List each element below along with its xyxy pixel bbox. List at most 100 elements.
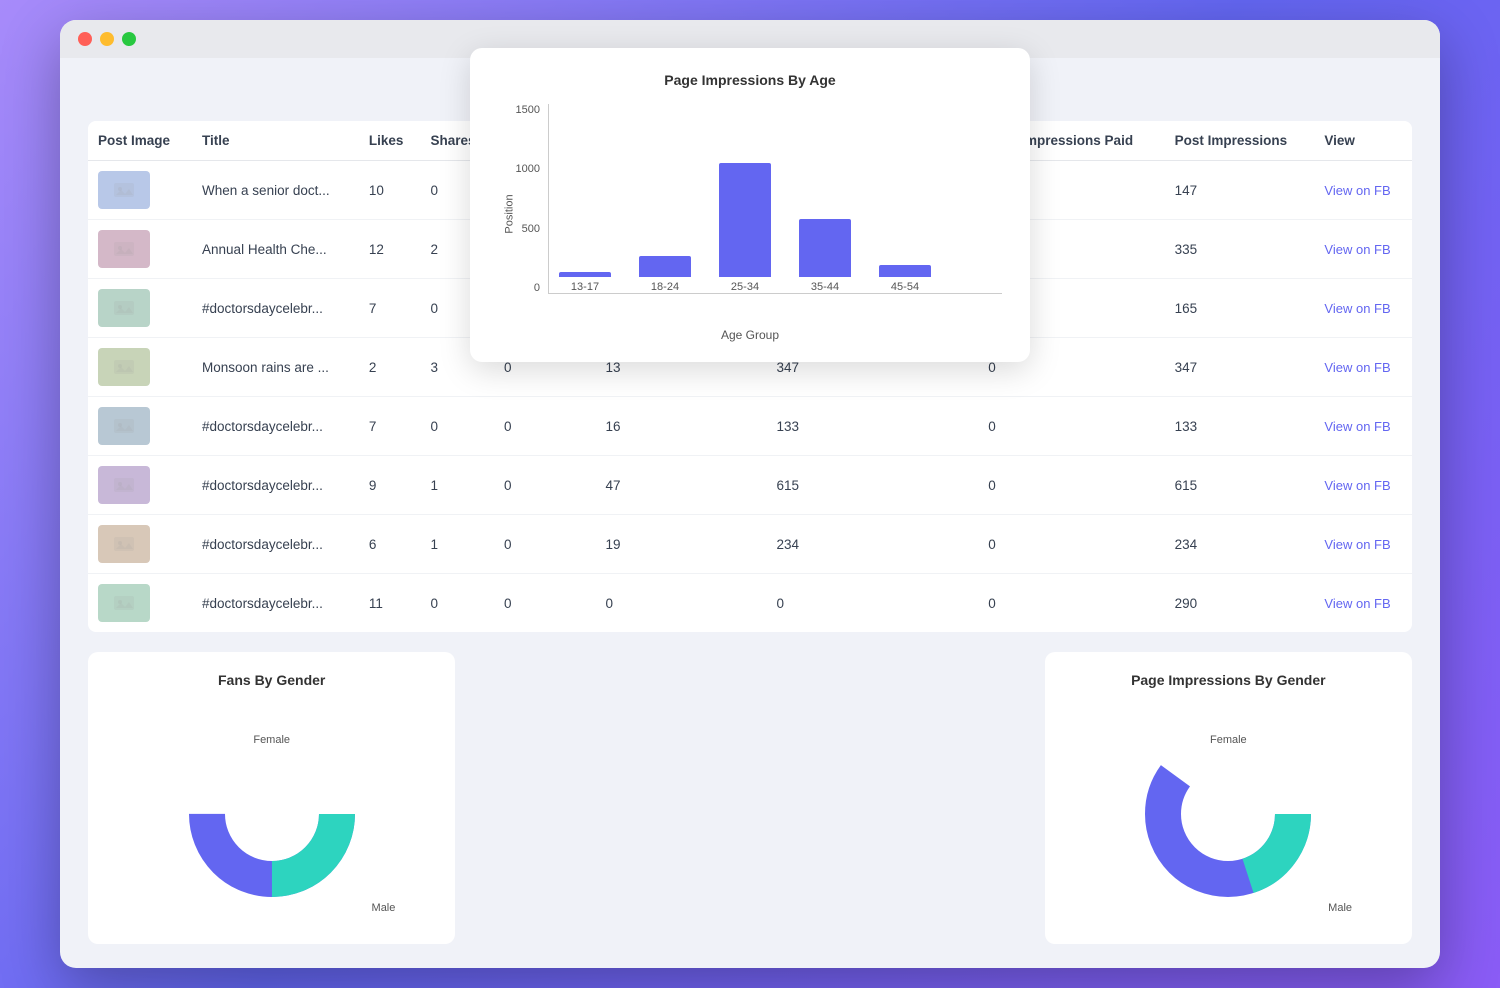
bar	[719, 163, 771, 277]
cell-comments: 0	[494, 456, 595, 515]
cell-title: #doctorsdaycelebr...	[192, 279, 359, 338]
bar-label: 18-24	[651, 281, 679, 293]
bar	[879, 265, 931, 277]
x-axis-title: Age Group	[498, 328, 1002, 342]
cell-shares: 0	[421, 397, 495, 456]
cell-likes: 12	[359, 220, 421, 279]
cell-image	[88, 161, 192, 220]
cell-image	[88, 397, 192, 456]
table-row: #doctorsdaycelebr... 7 0 0 16 133 0 133 …	[88, 397, 1412, 456]
cell-organic: 0	[767, 574, 979, 633]
cell-likes: 10	[359, 161, 421, 220]
y-label-0: 0	[498, 282, 540, 294]
chart-spacer	[455, 652, 1044, 944]
cell-image	[88, 574, 192, 633]
cell-title: Monsoon rains are ...	[192, 338, 359, 397]
impressions-donut-container: Female Male	[1065, 704, 1392, 924]
cell-image	[88, 279, 192, 338]
fans-female-label: Female	[253, 734, 290, 746]
cell-title: #doctorsdaycelebr...	[192, 456, 359, 515]
cell-view[interactable]: View on FB	[1314, 515, 1412, 574]
bar	[799, 219, 851, 277]
cell-likes: 11	[359, 574, 421, 633]
bar	[559, 272, 611, 277]
bar-group: 25-34	[719, 163, 771, 293]
cell-view[interactable]: View on FB	[1314, 161, 1412, 220]
bar	[639, 256, 691, 277]
y-axis-title: Position	[504, 194, 516, 233]
cell-likes: 6	[359, 515, 421, 574]
cell-title: #doctorsdaycelebr...	[192, 397, 359, 456]
col-post-image: Post Image	[88, 121, 192, 161]
col-view: View	[1314, 121, 1412, 161]
cell-organic: 133	[767, 397, 979, 456]
table-row: #doctorsdaycelebr... 11 0 0 0 0 0 290 Vi…	[88, 574, 1412, 633]
fans-donut-chart	[182, 724, 362, 904]
y-label-1500: 1500	[498, 104, 540, 116]
bar-label: 35-44	[811, 281, 839, 293]
fans-male-label: Male	[372, 902, 396, 914]
bar-group: 18-24	[639, 256, 691, 293]
cell-impressions: 347	[1165, 338, 1315, 397]
bar-group: 35-44	[799, 219, 851, 293]
cell-likes: 7	[359, 279, 421, 338]
cell-paid: 0	[978, 574, 1164, 633]
cell-title: When a senior doct...	[192, 161, 359, 220]
table-row: #doctorsdaycelebr... 9 1 0 47 615 0 615 …	[88, 456, 1412, 515]
cell-organic: 234	[767, 515, 979, 574]
cell-view[interactable]: View on FB	[1314, 279, 1412, 338]
page-impressions-gender-title: Page Impressions By Gender	[1065, 672, 1392, 688]
cell-paid: 0	[978, 515, 1164, 574]
cell-image	[88, 220, 192, 279]
bar-chart-overlay-card: Page Impressions By Age 0 500 1000 1500 …	[470, 48, 1030, 362]
cell-view[interactable]: View on FB	[1314, 397, 1412, 456]
cell-view[interactable]: View on FB	[1314, 220, 1412, 279]
bar-label: 45-54	[891, 281, 919, 293]
cell-title: #doctorsdaycelebr...	[192, 574, 359, 633]
cell-comments: 0	[494, 397, 595, 456]
bar-chart-area: 0 500 1000 1500 Position 13-17 18-24 25-…	[498, 104, 1002, 324]
cell-image	[88, 515, 192, 574]
fans-by-gender-card: Fans By Gender Female Male	[88, 652, 455, 944]
col-title: Title	[192, 121, 359, 161]
cell-likes: 7	[359, 397, 421, 456]
cell-impressions: 133	[1165, 397, 1315, 456]
cell-view[interactable]: View on FB	[1314, 456, 1412, 515]
cell-image	[88, 456, 192, 515]
cell-title: #doctorsdaycelebr...	[192, 515, 359, 574]
col-impressions: Post Impressions	[1165, 121, 1315, 161]
main-content: Latest Page Feed Post Image Title Likes …	[60, 58, 1440, 968]
impressions-donut-chart	[1138, 724, 1318, 904]
maximize-dot[interactable]	[122, 32, 136, 46]
cell-impressions: 234	[1165, 515, 1315, 574]
impressions-female-label: Female	[1210, 734, 1247, 746]
bar-chart-inner: 13-17 18-24 25-34 35-44 45-54	[548, 104, 1002, 294]
cell-engaged: 0	[595, 574, 766, 633]
cell-engaged: 19	[595, 515, 766, 574]
cell-view[interactable]: View on FB	[1314, 574, 1412, 633]
cell-title: Annual Health Che...	[192, 220, 359, 279]
page-impressions-gender-card: Page Impressions By Gender Female Male	[1045, 652, 1412, 944]
cell-impressions: 335	[1165, 220, 1315, 279]
bar-group: 13-17	[559, 272, 611, 293]
cell-shares: 1	[421, 456, 495, 515]
cell-shares: 1	[421, 515, 495, 574]
cell-impressions: 615	[1165, 456, 1315, 515]
cell-impressions: 290	[1165, 574, 1315, 633]
col-likes: Likes	[359, 121, 421, 161]
minimize-dot[interactable]	[100, 32, 114, 46]
cell-view[interactable]: View on FB	[1314, 338, 1412, 397]
cell-comments: 0	[494, 515, 595, 574]
impressions-male-label: Male	[1328, 902, 1352, 914]
cell-paid: 0	[978, 456, 1164, 515]
cell-impressions: 147	[1165, 161, 1315, 220]
close-dot[interactable]	[78, 32, 92, 46]
cell-paid: 0	[978, 397, 1164, 456]
cell-likes: 9	[359, 456, 421, 515]
fans-by-gender-title: Fans By Gender	[108, 672, 435, 688]
bar-chart-title: Page Impressions By Age	[498, 72, 1002, 88]
cell-organic: 615	[767, 456, 979, 515]
cell-engaged: 16	[595, 397, 766, 456]
cell-shares: 0	[421, 574, 495, 633]
bar-group: 45-54	[879, 265, 931, 293]
